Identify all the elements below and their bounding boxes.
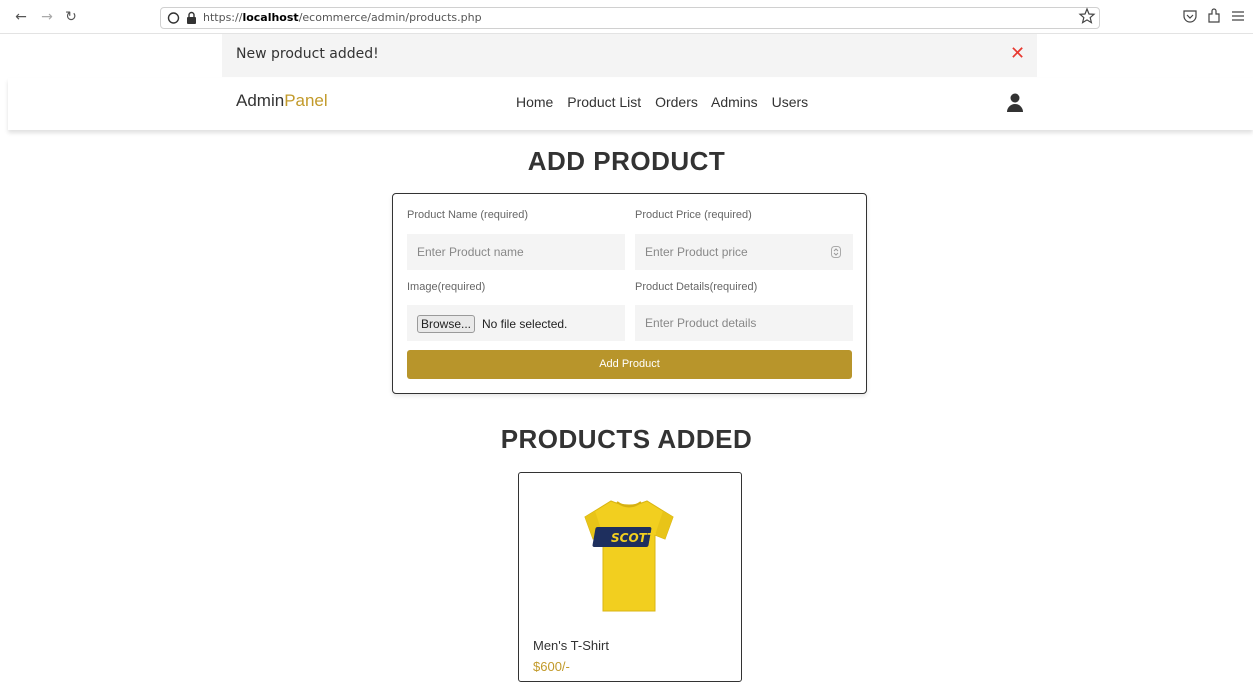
nav-link-users[interactable]: Users	[772, 94, 809, 110]
pocket-icon[interactable]	[1182, 8, 1198, 24]
flash-message-text: New product added!	[236, 46, 379, 62]
browse-button[interactable]: Browse...	[417, 315, 476, 333]
admin-header: AdminPanel Home Product List Orders Admi…	[8, 78, 1253, 130]
tshirt-image: SCOTT	[584, 500, 674, 612]
add-product-form: Product Name (required) Product Price (r…	[392, 193, 867, 394]
flash-message: New product added! ✕	[222, 34, 1037, 77]
shield-icon[interactable]	[167, 11, 180, 25]
nav-link-admins[interactable]: Admins	[711, 94, 758, 110]
product-price: $600/-	[533, 659, 570, 674]
nav-link-product-list[interactable]: Product List	[567, 94, 641, 110]
bookmark-star-icon[interactable]	[1078, 7, 1096, 25]
add-product-button[interactable]: Add Product	[407, 350, 852, 379]
image-label: Image(required)	[407, 281, 486, 293]
image-file-input[interactable]: Browse... No file selected.	[407, 305, 625, 341]
product-price-input[interactable]	[635, 234, 853, 270]
logo[interactable]: AdminPanel	[236, 91, 328, 111]
svg-text:SCOTT: SCOTT	[611, 531, 656, 545]
product-card: SCOTT Men's T-Shirt $600/-	[518, 472, 742, 682]
no-file-text: No file selected.	[482, 317, 568, 331]
add-product-title: ADD PRODUCT	[527, 146, 726, 176]
nav-link-orders[interactable]: Orders	[655, 94, 698, 110]
logo-main-text: Admin	[236, 91, 285, 110]
url-path: /ecommerce/admin/products.php	[298, 11, 482, 24]
lock-icon[interactable]	[185, 11, 198, 25]
forward-arrow-icon[interactable]: →	[38, 8, 56, 26]
extensions-icon[interactable]	[1206, 8, 1222, 24]
nav-link-home[interactable]: Home	[516, 94, 553, 110]
product-price-label: Product Price (required)	[635, 209, 752, 221]
address-bar[interactable]: https://localhost/ecommerce/admin/produc…	[160, 7, 1100, 29]
reload-icon[interactable]: ↻	[62, 8, 80, 26]
menu-icon[interactable]	[1230, 8, 1246, 24]
url-text: https://localhost/ecommerce/admin/produc…	[203, 11, 482, 24]
url-prefix: https://	[203, 11, 243, 24]
url-host: localhost	[242, 11, 299, 24]
main-nav: Home Product List Orders Admins Users	[516, 94, 818, 110]
logo-accent-text: Panel	[284, 91, 328, 110]
products-added-title: PRODUCTS ADDED	[500, 424, 753, 454]
product-name-label: Product Name (required)	[407, 209, 529, 221]
product-details-input[interactable]	[635, 305, 853, 341]
browser-toolbar: ← → ↻ https://localhost/ecommerce/admin/…	[0, 0, 1253, 34]
product-details-label: Product Details(required)	[635, 281, 758, 293]
back-arrow-icon[interactable]: ←	[12, 8, 30, 26]
product-price-field	[635, 234, 853, 270]
product-name-input[interactable]	[407, 234, 625, 270]
user-icon[interactable]	[1006, 93, 1024, 113]
number-spinner-icon[interactable]	[831, 246, 841, 258]
close-icon[interactable]: ✕	[1010, 45, 1026, 63]
product-name: Men's T-Shirt	[533, 638, 609, 653]
